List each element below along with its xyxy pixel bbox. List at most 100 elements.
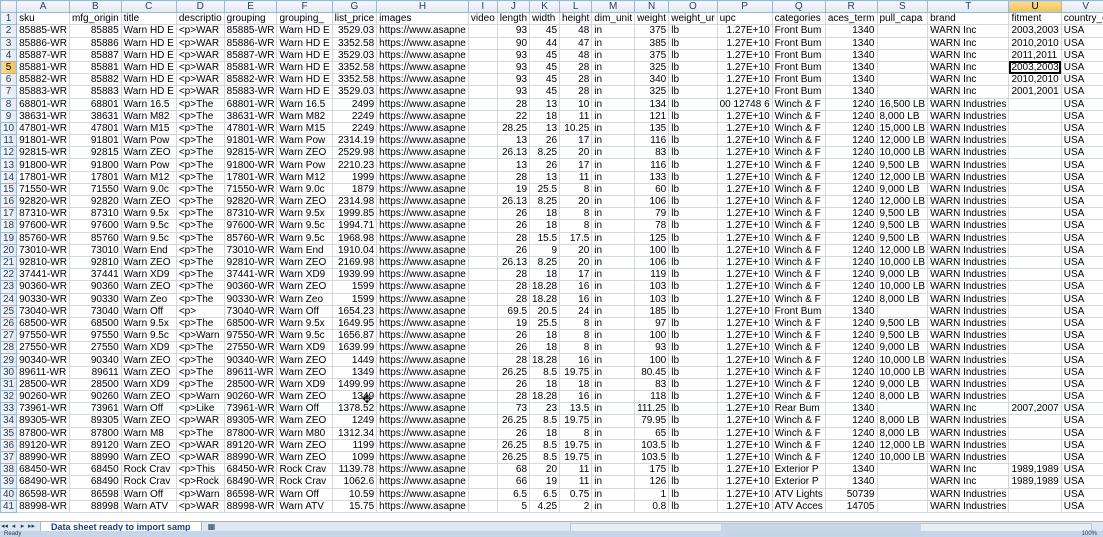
cell[interactable]: 28	[496, 280, 531, 294]
cell[interactable]: Warn 9.5x	[276, 207, 333, 221]
cell[interactable]: pull_capa	[876, 12, 929, 26]
cell[interactable]: 28500-WR	[16, 377, 70, 392]
cell[interactable]	[1008, 146, 1062, 160]
cell[interactable]: Warn ZEO	[276, 280, 333, 294]
cell[interactable]: 1240	[824, 316, 878, 331]
cell[interactable]: ATV Lights	[771, 487, 826, 501]
cell[interactable]: 11	[559, 170, 593, 184]
cell[interactable]: 1240	[824, 389, 878, 404]
cell[interactable]: 8,000 LB	[876, 426, 929, 440]
cell[interactable]: https://www.asapne	[376, 243, 469, 257]
cell[interactable]	[1008, 438, 1062, 452]
cell[interactable]: 103.5	[634, 438, 670, 452]
cell[interactable]: 90330-WR	[223, 292, 278, 306]
cell[interactable]: 1340	[824, 48, 878, 62]
cell[interactable]: 28	[496, 268, 531, 282]
cell[interactable]: https://www.asapne	[376, 60, 469, 75]
cell[interactable]: 1.27E+10	[716, 329, 773, 343]
cell[interactable]: Warn End	[276, 243, 333, 257]
cell[interactable]: USA	[1060, 121, 1103, 136]
cell[interactable]: 92810	[68, 255, 122, 270]
cell[interactable]: 106	[634, 255, 670, 270]
cell[interactable]: 1340	[824, 402, 878, 416]
cell[interactable]: 68801-WR	[16, 97, 70, 111]
cell[interactable]: https://www.asapne	[376, 219, 469, 233]
cell[interactable]: 18	[529, 341, 561, 355]
cell[interactable]: lb	[668, 97, 718, 111]
cell[interactable]: 1879	[331, 182, 378, 197]
cell[interactable]: 125	[634, 231, 670, 245]
cell[interactable]	[467, 377, 498, 392]
cell[interactable]	[467, 463, 498, 477]
cell[interactable]: 28	[559, 85, 593, 99]
cell[interactable]: Warn 16.5	[120, 97, 177, 111]
cell[interactable]: <p>The	[175, 194, 225, 209]
cell[interactable]: 8	[559, 316, 593, 331]
cell[interactable]: 48	[559, 48, 593, 62]
cell[interactable]: 90330-WR	[16, 292, 70, 306]
cell[interactable]: 48	[559, 24, 593, 38]
cell[interactable]: 1599	[331, 280, 378, 294]
row-header[interactable]: 28	[0, 341, 18, 355]
cell[interactable]	[876, 499, 929, 513]
cell[interactable]: 1.27E+10	[716, 292, 773, 306]
cell[interactable]: 20	[559, 255, 593, 270]
cell[interactable]: 2314.19	[331, 134, 378, 148]
zoom-level[interactable]: 100%	[1082, 531, 1097, 537]
cell[interactable]: https://www.asapne	[376, 475, 469, 489]
cell[interactable]	[467, 85, 498, 99]
cell[interactable]: Warn M82	[120, 109, 177, 123]
cell[interactable]	[1008, 231, 1062, 245]
cell[interactable]: 1240	[824, 170, 878, 184]
cell[interactable]: Warn HD E	[120, 24, 177, 38]
cell[interactable]: 86598	[68, 487, 122, 501]
cell[interactable]: 92820-WR	[223, 194, 278, 209]
cell[interactable]: Warn ZEO	[120, 255, 177, 270]
cell[interactable]	[1008, 170, 1062, 184]
cell[interactable]: Winch & F	[771, 426, 826, 440]
cell[interactable]: Warn M15	[276, 121, 333, 136]
cell[interactable]: 2169.98	[331, 255, 378, 270]
cell[interactable]: 1340	[824, 24, 878, 38]
cell[interactable]: https://www.asapne	[376, 85, 469, 99]
cell[interactable]: 8	[559, 182, 593, 197]
cell[interactable]: weight_ur	[668, 12, 718, 26]
cell[interactable]: Warn HD E	[276, 73, 333, 87]
cell[interactable]: 3529.03	[331, 24, 378, 38]
cell[interactable]: aces_term	[824, 12, 878, 26]
cell[interactable]: USA	[1060, 182, 1103, 197]
cell[interactable]	[467, 292, 498, 306]
cell[interactable]: 2529.98	[331, 146, 378, 160]
cell[interactable]	[1008, 182, 1062, 197]
cell[interactable]: 78	[634, 219, 670, 233]
cell[interactable]: 18	[529, 207, 561, 221]
cell[interactable]: WARN Industries	[927, 292, 1010, 306]
cell[interactable]: 19	[529, 475, 561, 489]
cell[interactable]: Front Bum	[771, 60, 826, 75]
cell[interactable]: Warn Zeo	[276, 292, 333, 306]
cell[interactable]: 1.27E+10	[716, 85, 773, 99]
cell[interactable]: 26	[496, 426, 531, 440]
cell[interactable]: lb	[668, 389, 718, 404]
cell[interactable]: 103.5	[634, 450, 670, 465]
cell[interactable]	[467, 341, 498, 355]
cell[interactable]: in	[591, 48, 636, 62]
cell[interactable]: 91800-WR	[16, 158, 70, 172]
cell[interactable]: Warn 9.5c	[276, 219, 333, 233]
row-header[interactable]: 33	[0, 402, 18, 416]
cell[interactable]: 18	[529, 268, 561, 282]
cell[interactable]	[1008, 292, 1062, 306]
cell[interactable]: 3352.58	[331, 73, 378, 87]
cell[interactable]: <p>The	[175, 426, 225, 440]
row-header[interactable]: 13	[0, 158, 18, 172]
cell[interactable]	[467, 48, 498, 62]
cell[interactable]: 1999	[331, 170, 378, 184]
cell[interactable]	[1008, 158, 1062, 172]
cell[interactable]: <p>	[175, 304, 225, 318]
cell[interactable]: Warn 9.0c	[120, 182, 177, 197]
cell[interactable]: 17.5	[559, 231, 593, 245]
cell[interactable]: weight	[634, 12, 670, 26]
cell[interactable]: 10,000 LB	[876, 365, 929, 379]
cell[interactable]	[467, 450, 498, 465]
cell[interactable]: 1312.34	[331, 426, 378, 440]
